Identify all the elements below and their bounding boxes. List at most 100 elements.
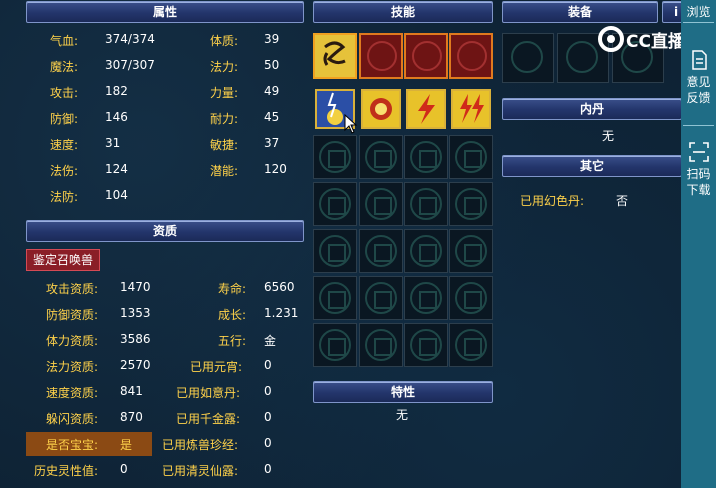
aptitude-value: 1353 (120, 306, 151, 320)
knot-icon (410, 329, 442, 361)
attr-value: 124 (105, 162, 128, 176)
empty-skill-cell[interactable] (313, 229, 357, 273)
is-baby-value: 是 (120, 438, 133, 452)
aptitude-label: 已用清灵仙露: (162, 464, 239, 478)
aptitude-value: 0 (264, 358, 272, 372)
special-skill-slot[interactable] (359, 33, 403, 79)
scan-download-button[interactable]: 扫码 下载 (681, 142, 716, 198)
attr-label: 体质: (210, 34, 239, 48)
empty-skill-cell[interactable] (449, 182, 493, 226)
knot-icon (319, 235, 351, 267)
mouse-cursor-icon (344, 114, 358, 134)
aptitude-value: 0 (264, 436, 272, 450)
empty-skill-cell[interactable] (404, 229, 448, 273)
empty-skill-cell[interactable] (449, 229, 493, 273)
empty-skill-cell[interactable] (359, 182, 403, 226)
trait-value: 无 (396, 408, 409, 422)
attr-value: 37 (264, 136, 280, 150)
aptitude-label: 速度资质: (46, 386, 99, 400)
special-skill-slot[interactable] (404, 33, 448, 79)
empty-skill-cell[interactable] (313, 182, 357, 226)
aptitude-label: 攻击资质: (46, 282, 99, 296)
empty-skill-cell[interactable] (313, 135, 357, 179)
knot-icon (365, 282, 397, 314)
knot-icon (319, 141, 351, 173)
skill-slot[interactable] (406, 89, 446, 129)
feedback-button[interactable]: 意见 反馈 (681, 50, 716, 106)
attr-value: 120 (264, 162, 287, 176)
aptitude-header: 资质 (26, 220, 304, 242)
aptitude-value: 金 (264, 334, 277, 348)
aptitude-value: 3586 (120, 332, 151, 346)
knot-icon (410, 282, 442, 314)
empty-skill-cell[interactable] (359, 229, 403, 273)
cc-logo-icon (598, 26, 624, 52)
empty-skill-cell[interactable] (404, 135, 448, 179)
attr-value: 45 (264, 110, 280, 124)
mind-head-icon (363, 91, 399, 127)
scan-line1: 扫码 (686, 167, 711, 181)
knot-icon (319, 329, 351, 361)
feedback-line2: 反馈 (686, 91, 711, 105)
skill-slot[interactable] (451, 89, 491, 129)
right-sidebar: 浏览 意见 反馈 扫码 下载 (681, 0, 716, 488)
attr-label: 气血: (50, 34, 79, 48)
aptitude-label: 已用千金露: (176, 412, 241, 426)
skills-header: 技能 (313, 1, 493, 23)
attr-label: 潜能: (210, 164, 239, 178)
knot-icon (455, 235, 487, 267)
attr-value: 31 (105, 136, 121, 150)
empty-skill-cell[interactable] (359, 323, 403, 367)
empty-skill-cell[interactable] (404, 182, 448, 226)
empty-slot-icon (457, 41, 487, 71)
aptitude-label: 成长: (218, 308, 247, 322)
skill-slot[interactable] (361, 89, 401, 129)
aptitude-label: 体力资质: (46, 334, 99, 348)
attr-value: 307/307 (105, 58, 155, 72)
aptitude-label: 躲闪资质: (46, 412, 99, 426)
inner-pill-header: 内丹 (502, 98, 682, 120)
equipment-slot[interactable] (502, 33, 554, 83)
aptitude-label: 已用炼兽珍经: (162, 438, 239, 452)
aptitude-label: 法力资质: (46, 360, 99, 374)
attr-label: 力量: (210, 86, 239, 100)
browse-button[interactable]: 浏览 (681, 4, 716, 20)
empty-skill-cell[interactable] (404, 323, 448, 367)
empty-skill-cell[interactable] (313, 276, 357, 320)
empty-skill-cell[interactable] (359, 135, 403, 179)
aptitude-value: 6560 (264, 280, 295, 294)
aptitude-value: 2570 (120, 358, 151, 372)
qr-scan-icon (688, 142, 709, 162)
aptitude-value: 0 (264, 384, 272, 398)
empty-skill-cell[interactable] (359, 276, 403, 320)
aptitude-value: 841 (120, 384, 143, 398)
scan-line2: 下载 (686, 183, 711, 197)
knot-icon (319, 188, 351, 220)
knot-icon (365, 141, 397, 173)
attr-value: 146 (105, 110, 128, 124)
aptitude-label: 五行: (218, 334, 247, 348)
attr-value: 374/374 (105, 32, 155, 46)
watermark-text: CC直播 (626, 31, 685, 52)
aptitude-value: 0 (264, 462, 272, 476)
attr-value: 182 (105, 84, 128, 98)
attr-label: 耐力: (210, 112, 239, 126)
watermark-logo: CC直播 (598, 24, 685, 54)
other-value: 否 (616, 194, 629, 208)
aptitude-label: 历史灵性值: (34, 464, 99, 478)
aptitude-label: 寿命: (218, 282, 247, 296)
identify-pet-button[interactable]: 鉴定召唤兽 (26, 249, 101, 271)
attr-value: 39 (264, 32, 280, 46)
empty-skill-cell[interactable] (449, 323, 493, 367)
empty-skill-cell[interactable] (449, 276, 493, 320)
knot-icon (455, 141, 487, 173)
aptitude-value: 1.231 (264, 306, 299, 320)
knot-icon (455, 282, 487, 314)
special-skill-slot[interactable] (313, 33, 357, 79)
special-skill-slot[interactable] (449, 33, 493, 79)
pet-panel: 属性 气血: 374/374 魔法: 307/307 攻击: 182 防御: 1… (0, 0, 716, 488)
empty-skill-cell[interactable] (404, 276, 448, 320)
attr-label: 魔法: (50, 60, 79, 74)
empty-skill-cell[interactable] (449, 135, 493, 179)
empty-skill-cell[interactable] (313, 323, 357, 367)
